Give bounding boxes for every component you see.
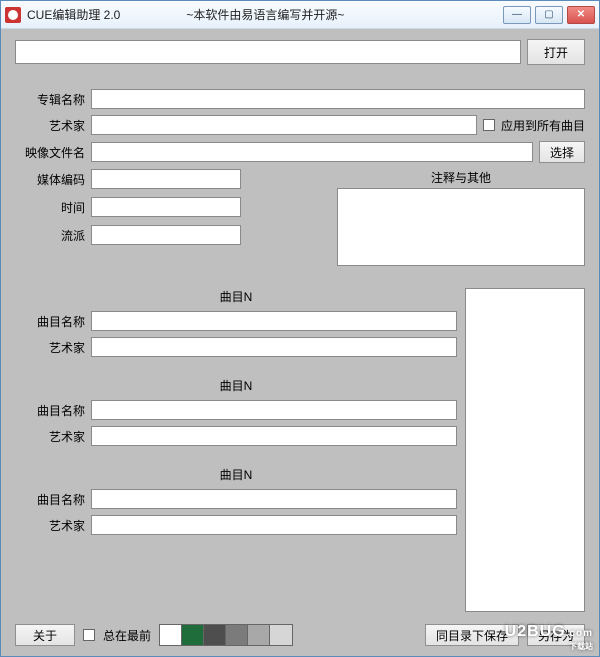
track-block: 曲目N 曲目名称 艺术家 <box>15 466 457 535</box>
swatch[interactable] <box>204 625 226 645</box>
tracks-list: 曲目N 曲目名称 艺术家 曲目N 曲目名称 <box>15 288 457 612</box>
media-enc-input[interactable] <box>91 169 241 189</box>
notes-label: 注释与其他 <box>337 169 585 186</box>
track-name-input[interactable] <box>91 400 457 420</box>
tracks-area: 曲目N 曲目名称 艺术家 曲目N 曲目名称 <box>15 288 585 612</box>
swatch[interactable] <box>182 625 204 645</box>
track-artist-label: 艺术家 <box>15 339 85 356</box>
track-name-label: 曲目名称 <box>15 402 85 419</box>
time-input[interactable] <box>91 197 241 217</box>
window-title: CUE编辑助理 2.0 <box>27 6 120 23</box>
window-controls: — ▢ ✕ <box>503 6 595 24</box>
track-artist-input[interactable] <box>91 426 457 446</box>
app-window: CUE编辑助理 2.0 ~本软件由易语言编写并开源~ — ▢ ✕ 打开 专辑名称… <box>0 0 600 657</box>
track-name-label: 曲目名称 <box>15 491 85 508</box>
apply-all-label: 应用到所有曲目 <box>501 117 585 134</box>
maximize-button[interactable]: ▢ <box>535 6 563 24</box>
image-file-row: 映像文件名 选择 <box>15 141 585 163</box>
color-swatches <box>159 624 293 646</box>
track-block: 曲目N 曲目名称 艺术家 <box>15 288 457 357</box>
album-name-label: 专辑名称 <box>15 91 85 108</box>
genre-label: 流派 <box>15 227 85 244</box>
file-path-input[interactable] <box>15 40 521 64</box>
artist-row: 艺术家 应用到所有曲目 <box>15 115 585 135</box>
window-subtitle: ~本软件由易语言编写并开源~ <box>186 6 344 23</box>
swatch[interactable] <box>270 625 292 645</box>
image-file-label: 映像文件名 <box>15 144 85 161</box>
track-name-input[interactable] <box>91 311 457 331</box>
track-name-input[interactable] <box>91 489 457 509</box>
always-on-top-checkbox[interactable] <box>83 629 95 641</box>
track-listbox[interactable] <box>465 288 585 612</box>
save-same-dir-button[interactable]: 同目录下保存 <box>425 624 519 646</box>
swatch[interactable] <box>248 625 270 645</box>
track-header: 曲目N <box>15 377 457 394</box>
save-as-button[interactable]: 另存为 <box>527 624 585 646</box>
close-button[interactable]: ✕ <box>567 6 595 24</box>
client-area: 打开 专辑名称 艺术家 应用到所有曲目 映像文件名 选择 媒体编码 <box>1 29 599 656</box>
album-row: 专辑名称 <box>15 89 585 109</box>
artist-label: 艺术家 <box>15 117 85 134</box>
meta-area: 媒体编码 时间 流派 注释与其他 <box>15 169 585 266</box>
open-button[interactable]: 打开 <box>527 39 585 65</box>
minimize-button[interactable]: — <box>503 6 531 24</box>
always-on-top-label: 总在最前 <box>103 627 151 644</box>
media-enc-label: 媒体编码 <box>15 171 85 188</box>
app-icon <box>5 7 21 23</box>
album-name-input[interactable] <box>91 89 585 109</box>
about-button[interactable]: 关于 <box>15 624 75 646</box>
artist-input[interactable] <box>91 115 477 135</box>
apply-all-checkbox[interactable] <box>483 119 495 131</box>
track-artist-input[interactable] <box>91 515 457 535</box>
notes-textarea[interactable] <box>337 188 585 266</box>
titlebar: CUE编辑助理 2.0 ~本软件由易语言编写并开源~ — ▢ ✕ <box>1 1 599 29</box>
time-label: 时间 <box>15 199 85 216</box>
open-row: 打开 <box>15 39 585 65</box>
track-artist-label: 艺术家 <box>15 517 85 534</box>
track-header: 曲目N <box>15 466 457 483</box>
genre-input[interactable] <box>91 225 241 245</box>
track-artist-input[interactable] <box>91 337 457 357</box>
track-block: 曲目N 曲目名称 艺术家 <box>15 377 457 446</box>
select-button[interactable]: 选择 <box>539 141 585 163</box>
swatch[interactable] <box>160 625 182 645</box>
bottom-bar: 关于 总在最前 同目录下保存 另存为 <box>15 618 585 648</box>
track-name-label: 曲目名称 <box>15 313 85 330</box>
track-artist-label: 艺术家 <box>15 428 85 445</box>
image-file-input[interactable] <box>91 142 533 162</box>
swatch[interactable] <box>226 625 248 645</box>
track-header: 曲目N <box>15 288 457 305</box>
